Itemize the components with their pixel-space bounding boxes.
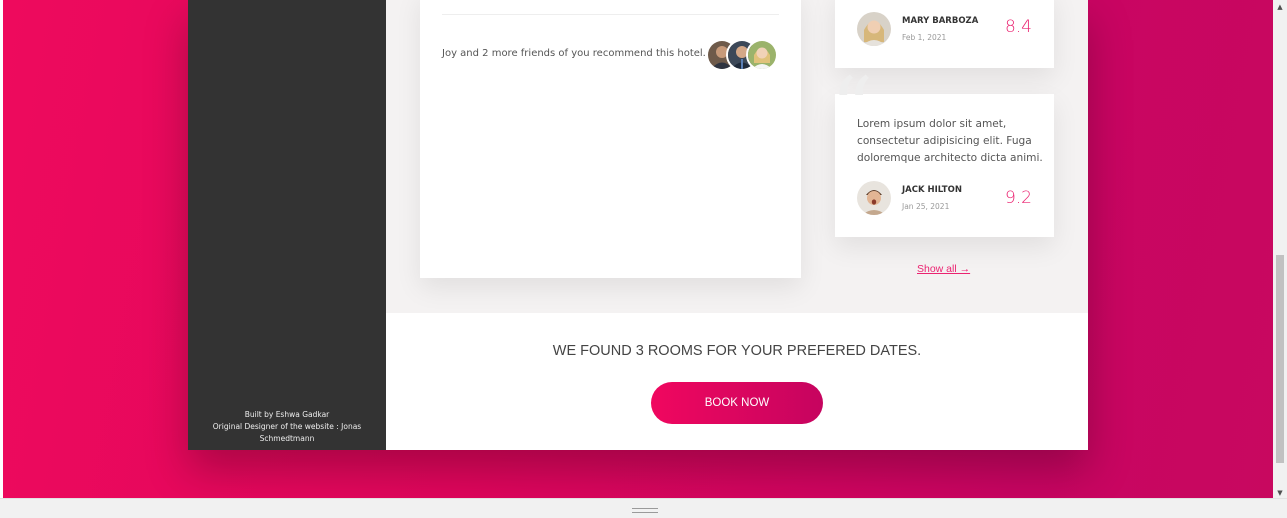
avatar-image [857, 12, 891, 46]
recommend-text: Joy and 2 more friends of you recommend … [442, 48, 706, 59]
user-name: JACK HILTON [902, 185, 962, 195]
vertical-scrollbar[interactable]: ▲ ▼ [1273, 0, 1287, 500]
window-edge [0, 0, 3, 500]
friend-avatar-image [748, 41, 776, 69]
credits-built-by: Built by Eshwa Gadkar [244, 410, 330, 419]
sidebar: Built by Eshwa Gadkar Original Designer … [188, 0, 386, 450]
cta-text: WE FOUND 3 ROOMS FOR YOUR PREFERED DATES… [552, 343, 922, 359]
page-background: Built by Eshwa Gadkar Original Designer … [0, 0, 1287, 500]
avatar [857, 12, 891, 46]
cta-section: WE FOUND 3 ROOMS FOR YOUR PREFERED DATES… [386, 313, 1088, 450]
main-content: Joy and 2 more friends of you recommend … [386, 0, 1088, 450]
review-text: Lorem ipsum dolor sit amet, consectetur … [857, 118, 1043, 164]
avatar [857, 181, 891, 215]
app-container: Built by Eshwa Gadkar Original Designer … [188, 0, 1088, 450]
book-now-button[interactable]: BOOK NOW [651, 382, 823, 424]
scroll-thumb[interactable] [1276, 255, 1284, 463]
credits: Built by Eshwa Gadkar Original Designer … [208, 409, 366, 445]
review-card: MARY BARBOZA Feb 1, 2021 8.4 [835, 0, 1054, 68]
rating-value: 8.4 [1004, 17, 1032, 37]
friends-avatars [706, 39, 778, 71]
scroll-up-arrow-icon[interactable]: ▲ [1273, 0, 1287, 14]
rating-value: 9.2 [1004, 188, 1032, 208]
resize-grip-icon[interactable] [632, 508, 658, 513]
review-card: “ Lorem ipsum dolor sit amet, consectetu… [831, 68, 1054, 237]
review-date: Feb 1, 2021 [902, 33, 947, 42]
avatar-image [857, 181, 891, 215]
friend-avatar [746, 39, 778, 71]
divider [442, 14, 779, 15]
credits-original-designer: Original Designer of the website : Jonas… [212, 422, 362, 443]
show-all-link[interactable]: Show all → [917, 263, 970, 275]
user-name: MARY BARBOZA [902, 16, 979, 26]
devtools-resize-bar[interactable] [0, 498, 1287, 518]
review-date: Jan 25, 2021 [902, 202, 950, 211]
description-card: Joy and 2 more friends of you recommend … [420, 0, 801, 278]
